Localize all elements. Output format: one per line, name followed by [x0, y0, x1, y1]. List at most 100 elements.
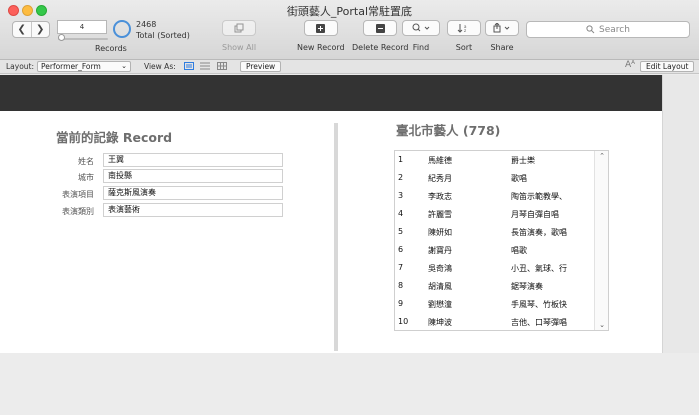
artist-name: 陳坤波 [428, 318, 452, 327]
show-all-icon [234, 23, 244, 33]
delete-record-button[interactable] [363, 20, 398, 36]
artist-name: 紀秀月 [428, 174, 452, 183]
table-view-icon[interactable] [217, 62, 227, 70]
list-view-icon[interactable] [200, 62, 210, 70]
panel-divider [334, 123, 338, 351]
portal-row[interactable]: 2 紀秀月 歌唱 [395, 169, 593, 187]
new-record-tool[interactable]: New Record [297, 20, 345, 55]
portal-row[interactable]: 9 劉懋潼 手風琴、竹板快 [395, 295, 593, 313]
new-record-icon [316, 23, 326, 33]
text-size-icon[interactable]: Aᴬ [625, 60, 635, 70]
portal-row[interactable]: 10 陳坤波 吉他、口琴彈唱 [395, 313, 593, 331]
form-view-icon[interactable] [184, 62, 194, 70]
show-all-button[interactable] [222, 20, 257, 36]
share-button[interactable] [485, 20, 519, 36]
city-field[interactable]: 南投縣 [103, 169, 283, 183]
portal-row[interactable]: 5 陳妍如 長笛演奏，歌唱 [395, 223, 593, 241]
artist-name: 胡清風 [428, 282, 452, 291]
edit-layout-button[interactable]: Edit Layout [640, 61, 695, 72]
sort-label: Sort [455, 43, 473, 52]
portal-row[interactable]: 7 吳奇鴻 小丑、氣球、行 [395, 259, 593, 277]
new-record-label: New Record [297, 43, 345, 52]
chevron-down-icon[interactable]: ⌄ [595, 321, 609, 329]
show-all-tool[interactable]: Show All [222, 20, 256, 55]
new-record-button[interactable] [303, 20, 338, 36]
row-number: 8 [398, 281, 404, 290]
records-label: Records [95, 44, 127, 53]
delete-record-label: Delete Record [352, 43, 409, 52]
sort-tool[interactable]: a z Sort [447, 20, 481, 55]
row-number: 2 [398, 173, 404, 182]
window-scroll-gutter[interactable] [662, 75, 699, 353]
artist-performance: 月琴自彈自唱 [511, 210, 559, 219]
artist-performance: 鋸琴演奏 [511, 282, 543, 291]
artist-name: 陳妍如 [428, 228, 452, 237]
share-tool[interactable]: Share [485, 20, 519, 55]
portal-row[interactable]: 8 胡清風 鋸琴演奏 [395, 277, 593, 295]
artist-portal[interactable]: 1 馬維德 爵士樂 2 紀秀月 歌唱 3 李政志 陶笛示範教學、 4 許麗雪 月… [394, 150, 609, 331]
row-number: 1 [398, 155, 404, 164]
field-label: 姓名 [78, 157, 94, 166]
current-record-input[interactable]: 4 [57, 20, 107, 34]
layout-content: 當前的記錄 Record 姓名 王翼 城市 南投縣 表演項目 薩克斯風演奏 表演… [0, 75, 662, 353]
find-label: Find [412, 43, 430, 52]
row-number: 10 [398, 317, 409, 326]
artist-performance: 手風琴、竹板快 [511, 300, 567, 309]
layout-select[interactable]: Performer_Form ⌄ [37, 61, 131, 72]
row-number: 6 [398, 245, 404, 254]
preview-button[interactable]: Preview [240, 61, 282, 72]
artist-performance: 吉他、口琴彈唱 [511, 318, 567, 327]
artist-name: 馬維德 [428, 156, 452, 165]
app-window: 街頭藝人_Portal常駐置底 ❮ ❯ 4 2468 Total (Sorted… [0, 0, 699, 415]
record-slider-track[interactable] [58, 38, 108, 40]
performance-field[interactable]: 薩克斯風演奏 [103, 186, 283, 200]
portal-row[interactable]: 1 馬維德 爵士樂 [395, 151, 593, 169]
row-number: 7 [398, 263, 404, 272]
layout-label: Layout: [6, 62, 35, 71]
share-icon [493, 23, 510, 33]
row-number: 9 [398, 299, 404, 308]
artist-performance: 爵士樂 [511, 156, 535, 165]
current-record-title: 當前的記錄 Record [56, 130, 173, 145]
total-record-count: 2468 [136, 20, 157, 29]
field-label: 表演類別 [62, 207, 94, 216]
search-icon [586, 25, 595, 34]
artist-name: 謝寶丹 [428, 246, 452, 255]
portal-row[interactable]: 3 李政志 陶笛示範教學、 [395, 187, 593, 205]
artist-name: 許麗雪 [428, 210, 452, 219]
magnifier-icon [412, 23, 430, 32]
portal-row[interactable]: 4 許麗雪 月琴自彈自唱 [395, 205, 593, 223]
artist-performance: 唱歌 [511, 246, 527, 255]
layout-bar: Layout: Performer_Form ⌄ View As: Previe… [0, 60, 699, 74]
portal-row[interactable]: 6 謝寶丹 唱歌 [395, 241, 593, 259]
show-all-label: Show All [222, 43, 257, 52]
row-number: 4 [398, 209, 404, 218]
category-field[interactable]: 表演藝術 [103, 203, 283, 217]
portal-scrollbar[interactable]: ⌃ ⌄ [594, 151, 608, 330]
name-field[interactable]: 王翼 [103, 153, 283, 167]
row-number: 3 [398, 191, 404, 200]
sort-icon: a z [457, 24, 467, 33]
delete-record-tool[interactable]: Delete Record [352, 20, 408, 55]
artist-performance: 小丑、氣球、行 [511, 264, 567, 273]
previous-record-button[interactable]: ❮ [13, 22, 32, 37]
found-set-pie-icon [113, 20, 131, 38]
find-tool[interactable]: Find [402, 20, 440, 55]
artist-performance: 歌唱 [511, 174, 527, 183]
find-button[interactable] [402, 20, 440, 36]
artist-name: 劉懋潼 [428, 300, 452, 309]
svg-text:z: z [464, 28, 466, 33]
share-label: Share [490, 43, 514, 52]
header-band [0, 75, 662, 111]
artist-performance: 長笛演奏，歌唱 [511, 228, 567, 237]
next-record-button[interactable]: ❯ [32, 22, 50, 37]
field-label: 表演項目 [62, 190, 94, 199]
layout-select-value: Performer_Form [41, 62, 101, 71]
record-slider-knob[interactable] [58, 34, 65, 41]
field-label: 城市 [78, 173, 94, 182]
chevron-down-icon: ⌄ [121, 62, 127, 70]
sort-button[interactable]: a z [447, 20, 481, 36]
artist-name: 吳奇鴻 [428, 264, 452, 273]
chevron-up-icon[interactable]: ⌃ [595, 152, 609, 160]
quick-find-search[interactable]: Search [526, 21, 690, 38]
